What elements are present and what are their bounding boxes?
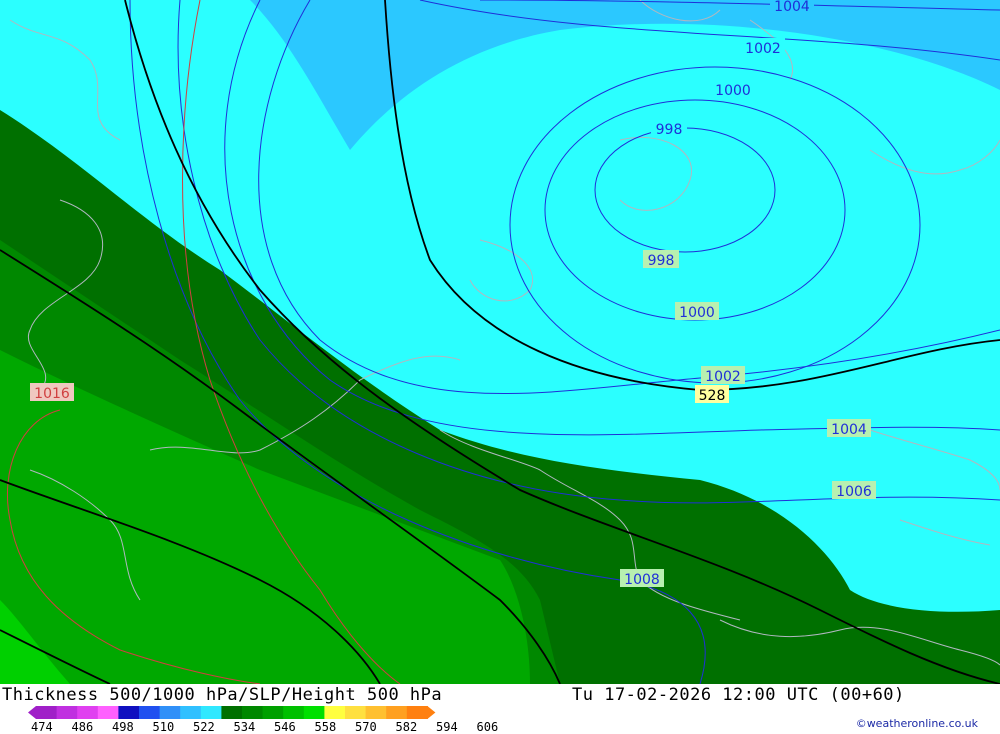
- legend-tick-label: 498: [112, 720, 134, 734]
- svg-text:1000: 1000: [679, 305, 715, 321]
- legend-tick-label: 522: [193, 720, 215, 734]
- legend-swatch: [386, 706, 408, 719]
- map-title: Thickness 500/1000 hPa/SLP/Height 500 hP…: [2, 685, 443, 705]
- legend-tick-label: 534: [233, 720, 256, 734]
- svg-text:1008: 1008: [624, 572, 660, 588]
- isobar-label: 1000: [711, 80, 755, 99]
- legend-tick-label: 510: [152, 720, 175, 734]
- svg-text:1016: 1016: [34, 386, 70, 402]
- svg-text:998: 998: [648, 253, 675, 269]
- map-footer: Thickness 500/1000 hPa/SLP/Height 500 hP…: [0, 684, 1000, 734]
- legend-tick-label: 594: [436, 720, 458, 734]
- isobar-label: 1008: [620, 569, 664, 588]
- isobar-label: 998: [651, 119, 687, 138]
- legend-swatch: [242, 706, 264, 719]
- legend-swatch: [200, 706, 222, 719]
- legend-swatch: [283, 706, 305, 719]
- map-datetime: Tu 17-02-2026 12:00 UTC (00+60): [572, 685, 905, 705]
- legend-swatch: [118, 706, 140, 719]
- legend-swatch: [56, 706, 78, 719]
- height-label: 528: [695, 385, 729, 404]
- legend-tick-label: 558: [314, 720, 337, 734]
- isobar-label: 1002: [741, 38, 785, 57]
- isobar-label-red: 1016: [30, 383, 74, 402]
- legend-tick-label: 570: [355, 720, 377, 734]
- isobar-label: 998: [643, 250, 679, 269]
- svg-text:1000: 1000: [715, 83, 751, 99]
- isobar-label: 1004: [827, 419, 871, 438]
- svg-text:1004: 1004: [831, 422, 867, 438]
- svg-text:998: 998: [656, 122, 683, 138]
- legend-swatch: [345, 706, 367, 719]
- isobar-label: 1004: [770, 0, 814, 15]
- legend-swatch: [77, 706, 99, 719]
- isobar-label: 1006: [832, 481, 876, 500]
- legend-swatch: [221, 706, 243, 719]
- legend-tick-label: 582: [395, 720, 418, 734]
- legend-tick-label: 474: [31, 720, 53, 734]
- credit: ©weatheronline.co.uk: [855, 717, 978, 730]
- legend-arrow-right: [427, 706, 436, 719]
- legend-swatch: [97, 706, 119, 719]
- isobar-label: 1002: [701, 366, 745, 385]
- legend-tick-label: 486: [71, 720, 94, 734]
- legend-tick-label: 546: [274, 720, 296, 734]
- weather-map: 1004 1002 1000 998 998 1000 1002 1004 10…: [0, 0, 1000, 684]
- legend-tick-label: 606: [476, 720, 499, 734]
- svg-text:528: 528: [699, 388, 726, 404]
- legend-swatch: [406, 706, 428, 719]
- color-legend: [28, 706, 436, 719]
- svg-text:1004: 1004: [774, 0, 810, 15]
- legend-swatch: [36, 706, 58, 719]
- legend-swatch: [139, 706, 161, 719]
- legend-swatch: [365, 706, 387, 719]
- legend-arrow-left: [28, 706, 36, 719]
- legend-swatch: [159, 706, 181, 719]
- legend-swatch: [262, 706, 284, 719]
- svg-text:1002: 1002: [705, 369, 741, 385]
- legend-swatch: [180, 706, 202, 719]
- legend-swatch: [303, 706, 325, 719]
- svg-text:1006: 1006: [836, 484, 872, 500]
- isobar-label: 1000: [675, 302, 719, 321]
- svg-text:1002: 1002: [745, 41, 781, 57]
- legend-swatch: [324, 706, 346, 719]
